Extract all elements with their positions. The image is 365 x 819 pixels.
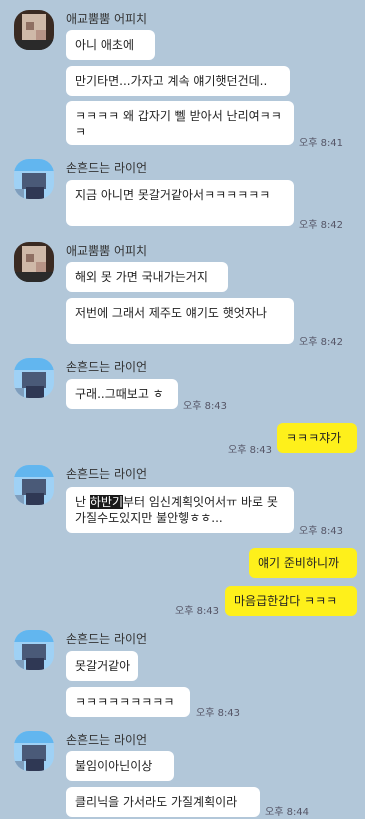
avatar-ryan[interactable] xyxy=(14,159,54,199)
message-bubble[interactable]: 못갈거같아 xyxy=(66,651,138,681)
avatar-apeach[interactable] xyxy=(14,242,54,282)
message-bubble[interactable]: 불임이아닌이상 xyxy=(66,751,174,781)
message-bubble[interactable]: 저번에 그래서 제주도 얘기도 햇엇자나 xyxy=(66,298,294,344)
message-bubble[interactable]: 해외 못 가면 국내가는거지 xyxy=(66,262,228,292)
message-bubble[interactable]: 아니 애초에 xyxy=(66,30,155,60)
sender-name: 손흔드는 라이언 xyxy=(66,632,148,646)
avatar-apeach[interactable] xyxy=(14,10,54,50)
message-text: 난 xyxy=(75,495,90,509)
message-bubble[interactable]: ㅋㅋㅋㅋㅋㅋㅋㅋㅋ xyxy=(66,687,190,717)
message-time: 오후 8:43 xyxy=(228,445,273,456)
sender-name: 손흔드는 라이언 xyxy=(66,467,148,481)
my-message-bubble[interactable]: ㅋㅋㅋ쟈가 xyxy=(277,423,357,453)
message-bubble[interactable]: 난 하반기부터 임신계획잇어서ㅠ 바로 못가질수도있지만 불안헿ㅎㅎ... xyxy=(66,487,294,533)
message-bubble[interactable]: 만기타면...가자고 계속 얘기햇던건데.. xyxy=(66,66,290,96)
avatar-ryan[interactable] xyxy=(14,731,54,771)
message-time: 오후 8:44 xyxy=(265,807,310,818)
message-bubble[interactable]: 지금 아니면 못갈거같아서ㅋㅋㅋㅋㅋㅋ xyxy=(66,180,294,226)
sender-name: 애교뿜뿜 어피치 xyxy=(66,244,148,258)
message-time: 오후 8:43 xyxy=(175,606,220,617)
message-time: 오후 8:42 xyxy=(299,337,344,348)
message-bubble[interactable]: ㅋㅋㅋㅋ 왜 갑자기 뻴 받아서 난리여ㅋㅋㅋ xyxy=(66,101,294,145)
message-bubble[interactable]: 클리닉을 가서라도 가질계획이라 xyxy=(66,787,260,817)
avatar-ryan[interactable] xyxy=(14,630,54,670)
message-time: 오후 8:42 xyxy=(299,220,344,231)
my-message-bubble[interactable]: 마음급한갑다 ㅋㅋㅋ xyxy=(225,586,357,616)
message-time: 오후 8:43 xyxy=(183,401,228,412)
message-time: 오후 8:43 xyxy=(299,526,344,537)
message-time: 오후 8:43 xyxy=(196,708,241,719)
my-message-bubble[interactable]: 얘기 준비하니까 xyxy=(249,548,357,578)
message-time: 오후 8:41 xyxy=(299,138,344,149)
avatar-ryan[interactable] xyxy=(14,465,54,505)
sender-name: 손흔드는 라이언 xyxy=(66,360,148,374)
avatar-ryan[interactable] xyxy=(14,358,54,398)
highlighted-text: 하반기 xyxy=(89,495,123,509)
sender-name: 애교뿜뿜 어피치 xyxy=(66,12,148,26)
sender-name: 손흔드는 라이언 xyxy=(66,733,148,747)
message-bubble[interactable]: 구래..그때보고 ㅎ xyxy=(66,379,178,409)
sender-name: 손흔드는 라이언 xyxy=(66,161,148,175)
